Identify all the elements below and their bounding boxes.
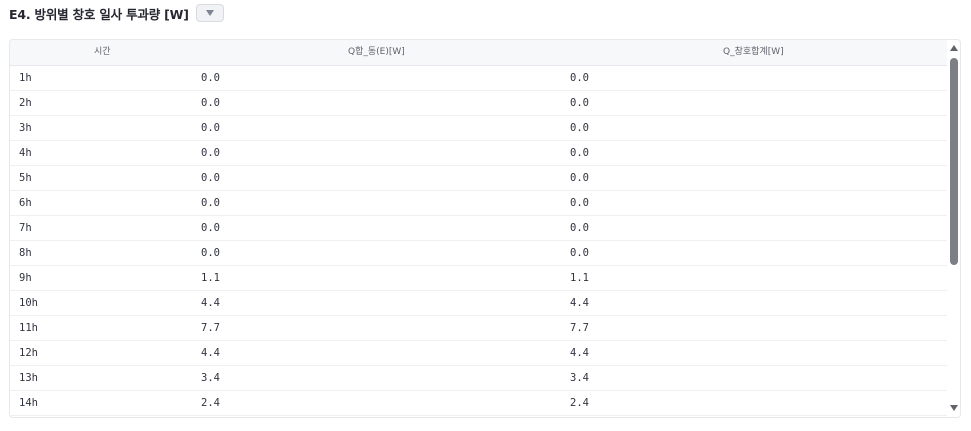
cell-east: 0.0 <box>201 172 220 184</box>
triangle-down-icon <box>205 10 214 16</box>
table-row: 2h 0.0 0.0 <box>10 91 947 116</box>
table-row: 12h 4.4 4.4 <box>10 341 947 366</box>
cell-east: 4.4 <box>201 347 220 359</box>
cell-total: 4.4 <box>570 297 589 309</box>
scroll-up-arrow-icon[interactable] <box>950 45 958 51</box>
scroll-down-arrow-icon[interactable] <box>950 405 958 411</box>
table-row: 1h 0.0 0.0 <box>10 66 947 91</box>
cell-total: 0.0 <box>570 222 589 234</box>
cell-total: 2.4 <box>570 397 589 409</box>
cell-time: 3h <box>19 122 32 134</box>
data-table[interactable]: 시간 Q합_동(E)[W] Q_창호합계[W] 1h 0.0 0.0 2h 0.… <box>9 39 961 418</box>
cell-time: 10h <box>19 297 38 309</box>
cell-east: 3.4 <box>201 372 220 384</box>
cell-east: 4.4 <box>201 297 220 309</box>
expand-dropdown-button[interactable] <box>195 4 224 22</box>
table-body: 1h 0.0 0.0 2h 0.0 0.0 3h 0.0 0.0 4h 0.0 … <box>10 66 947 416</box>
cell-total: 1.1 <box>570 272 589 284</box>
cell-time: 8h <box>19 247 32 259</box>
column-header-total[interactable]: Q_창호합계[W] <box>723 40 784 65</box>
cell-time: 14h <box>19 397 38 409</box>
column-header-east[interactable]: Q합_동(E)[W] <box>348 40 405 65</box>
cell-time: 9h <box>19 272 32 284</box>
section-header: E4. 방위별 창호 일사 투과량 [W] <box>9 3 224 23</box>
cell-east: 0.0 <box>201 72 220 84</box>
cell-total: 0.0 <box>570 197 589 209</box>
table-row: 9h 1.1 1.1 <box>10 266 947 291</box>
cell-time: 12h <box>19 347 38 359</box>
column-header-time[interactable]: 시간 <box>94 40 111 65</box>
cell-total: 4.4 <box>570 347 589 359</box>
cell-east: 0.0 <box>201 222 220 234</box>
cell-east: 0.0 <box>201 122 220 134</box>
table-row: 14h 2.4 2.4 <box>10 391 947 416</box>
cell-total: 0.0 <box>570 147 589 159</box>
cell-time: 6h <box>19 197 32 209</box>
cell-time: 2h <box>19 97 32 109</box>
cell-time: 7h <box>19 222 32 234</box>
table-header: 시간 Q합_동(E)[W] Q_창호합계[W] <box>10 40 947 66</box>
cell-east: 0.0 <box>201 197 220 209</box>
cell-total: 0.0 <box>570 72 589 84</box>
scrollbar-thumb[interactable] <box>950 58 958 265</box>
table-row: 3h 0.0 0.0 <box>10 116 947 141</box>
cell-total: 0.0 <box>570 247 589 259</box>
cell-east: 0.0 <box>201 247 220 259</box>
section-title: E4. 방위별 창호 일사 투과량 [W] <box>9 6 189 22</box>
cell-time: 13h <box>19 372 38 384</box>
table-row: 7h 0.0 0.0 <box>10 216 947 241</box>
cell-east: 0.0 <box>201 147 220 159</box>
table-row: 11h 7.7 7.7 <box>10 316 947 341</box>
cell-east: 0.0 <box>201 97 220 109</box>
cell-time: 1h <box>19 72 32 84</box>
cell-total: 0.0 <box>570 122 589 134</box>
table-row: 13h 3.4 3.4 <box>10 366 947 391</box>
table-row: 4h 0.0 0.0 <box>10 141 947 166</box>
cell-total: 7.7 <box>570 322 589 334</box>
cell-time: 4h <box>19 147 32 159</box>
cell-east: 1.1 <box>201 272 220 284</box>
cell-time: 5h <box>19 172 32 184</box>
cell-east: 2.4 <box>201 397 220 409</box>
cell-total: 3.4 <box>570 372 589 384</box>
table-row: 5h 0.0 0.0 <box>10 166 947 191</box>
cell-total: 0.0 <box>570 97 589 109</box>
cell-time: 11h <box>19 322 38 334</box>
cell-east: 7.7 <box>201 322 220 334</box>
table-row: 6h 0.0 0.0 <box>10 191 947 216</box>
cell-total: 0.0 <box>570 172 589 184</box>
table-row: 8h 0.0 0.0 <box>10 241 947 266</box>
table-row: 10h 4.4 4.4 <box>10 291 947 316</box>
